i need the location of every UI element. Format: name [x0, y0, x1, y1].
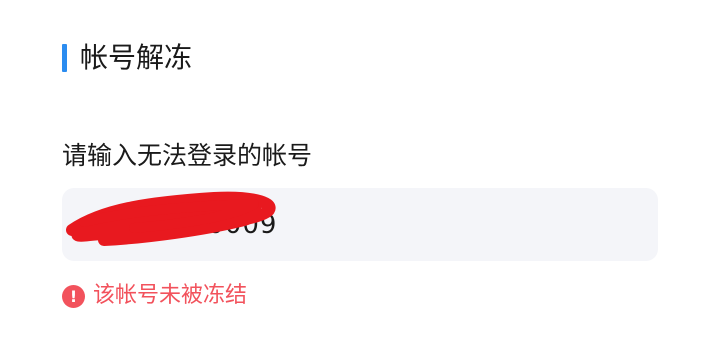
account-input[interactable]: 1603300009	[62, 188, 658, 261]
account-input-value[interactable]: 1603300009	[102, 208, 277, 242]
title-accent-bar	[62, 44, 67, 72]
page-title: 帐号解冻	[80, 41, 193, 74]
error-message: 该帐号未被冻结	[93, 283, 248, 308]
exclamation-icon: !	[62, 284, 85, 308]
account-field-label: 请输入无法登录的帐号	[62, 141, 313, 170]
error-message-row: ! 该帐号未被冻结	[62, 281, 247, 311]
